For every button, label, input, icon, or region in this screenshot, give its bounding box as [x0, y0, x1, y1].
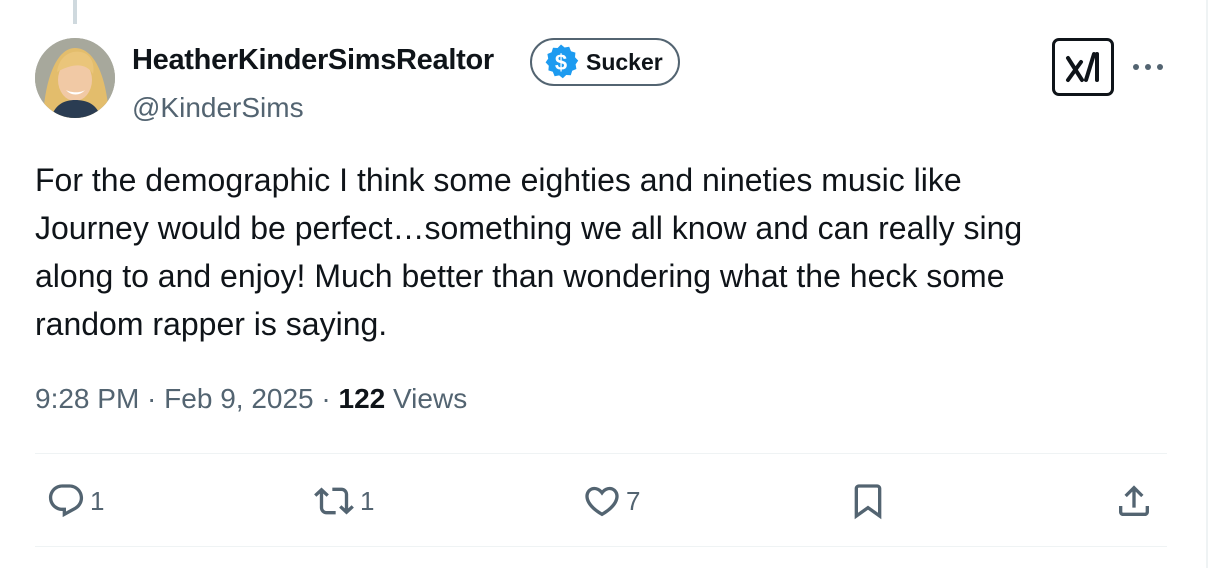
tweet-meta: 9:28 PM · Feb 9, 2025 · 122 Views	[35, 383, 467, 415]
reply-button[interactable]: 1	[46, 478, 104, 524]
grok-icon	[1066, 52, 1099, 82]
heart-icon	[585, 486, 619, 517]
like-button[interactable]: 7	[582, 478, 640, 524]
tweet-time[interactable]: 9:28 PM	[35, 383, 139, 414]
more-icon	[1133, 64, 1163, 70]
divider-bottom	[35, 546, 1167, 547]
divider-top	[35, 453, 1167, 454]
views-label: Views	[385, 383, 468, 414]
retweet-icon	[314, 487, 354, 515]
avatar-photo	[35, 38, 115, 118]
bookmark-button[interactable]	[848, 478, 888, 524]
meta-separator-2: ·	[313, 383, 339, 414]
more-options-button[interactable]	[1130, 52, 1166, 82]
share-icon	[1119, 485, 1149, 516]
author-handle[interactable]: @KinderSims	[132, 92, 304, 124]
avatar[interactable]	[35, 38, 115, 118]
share-button[interactable]	[1114, 478, 1154, 524]
tweet-text: For the demographic I think some eightie…	[35, 162, 1023, 342]
thread-connector-line	[73, 0, 77, 24]
retweet-button[interactable]: 1	[312, 478, 374, 524]
retweet-count: 1	[360, 485, 375, 516]
grok-button[interactable]	[1052, 38, 1114, 96]
views-count: 122	[338, 383, 386, 414]
reply-icon	[48, 484, 84, 518]
author-display-name[interactable]: HeatherKinderSimsRealtor	[132, 44, 494, 77]
meta-separator: ·	[139, 383, 165, 414]
reply-count: 1	[90, 485, 105, 516]
bookmark-icon	[854, 484, 882, 520]
like-count: 7	[626, 485, 641, 516]
svg-text:$: $	[555, 50, 567, 75]
dollar-icon: $	[545, 44, 579, 79]
badge-label: Sucker	[586, 48, 663, 75]
tweet-date[interactable]: Feb 9, 2025	[164, 383, 313, 414]
subscriber-badge[interactable]: $ Sucker	[530, 38, 680, 86]
